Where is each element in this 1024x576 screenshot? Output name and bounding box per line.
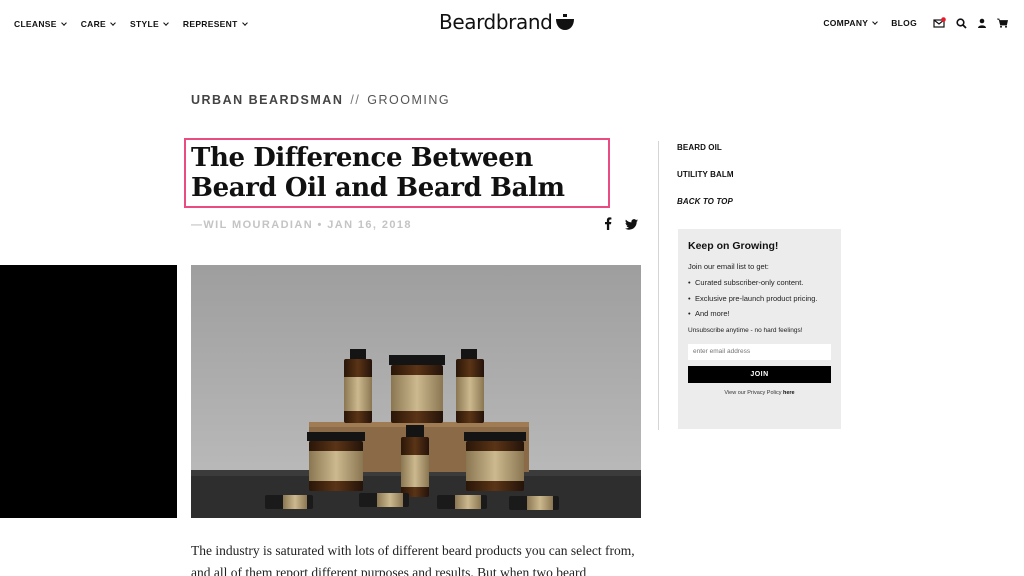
chevron-down-icon — [163, 19, 169, 26]
twitter-icon[interactable] — [625, 217, 638, 235]
signup-benefit: And more! — [688, 309, 831, 320]
sidebar-divider — [658, 141, 659, 430]
nav-cleanse[interactable]: CLEANSE — [14, 19, 67, 29]
nav-blog[interactable]: BLOG — [891, 18, 917, 28]
table-of-contents: BEARD OIL UTILITY BALM BACK TO TOP — [677, 143, 734, 224]
toc-beard-oil[interactable]: BEARD OIL — [677, 143, 734, 152]
newsletter-signup: Keep on Growing! Join our email list to … — [678, 229, 841, 429]
beard-products-photo — [191, 265, 641, 518]
signup-heading: Keep on Growing! — [688, 240, 779, 252]
toc-back-to-top[interactable]: BACK TO TOP — [677, 197, 734, 206]
signup-benefit: Exclusive pre-launch product pricing. — [688, 294, 831, 305]
nav-represent[interactable]: REPRESENT — [182, 19, 248, 29]
nav-company-label: COMPANY — [823, 18, 869, 28]
top-navigation: CLEANSE CARE STYLE REPRESENT Beardbrand … — [0, 0, 1024, 50]
chevron-down-icon — [60, 19, 67, 26]
cart-icon[interactable] — [997, 18, 1008, 28]
nav-cleanse-label: CLEANSE — [14, 19, 57, 29]
search-icon[interactable] — [956, 17, 967, 29]
nav-company[interactable]: COMPANY — [823, 18, 879, 28]
chevron-down-icon — [241, 19, 248, 26]
privacy-note: View our Privacy Policy here — [688, 390, 831, 396]
article-byline: —WIL MOURADIAN • JAN 16, 2018 — [191, 219, 412, 231]
nav-care-label: CARE — [80, 19, 107, 29]
category-separator: // — [350, 93, 361, 107]
chevron-down-icon — [110, 19, 116, 26]
nav-style-label: STYLE — [130, 19, 159, 29]
facebook-icon[interactable] — [604, 217, 612, 235]
join-button[interactable]: JOIN — [688, 365, 831, 383]
nav-care[interactable]: CARE — [80, 19, 116, 29]
secondary-nav: COMPANY BLOG — [823, 17, 1008, 29]
share-buttons — [604, 217, 638, 235]
video-placeholder — [0, 265, 177, 518]
nav-blog-label: BLOG — [891, 18, 917, 28]
nav-style[interactable]: STYLE — [130, 19, 169, 29]
category-primary[interactable]: URBAN BEARDSMAN — [191, 93, 343, 107]
email-field[interactable] — [688, 343, 831, 360]
hero-product-image — [191, 265, 641, 518]
article-title: The Difference Between Beard Oil and Bea… — [191, 143, 565, 203]
category-secondary[interactable]: GROOMING — [367, 93, 450, 107]
privacy-text: View our Privacy Policy — [724, 389, 782, 396]
logo-text: Beardbrand — [439, 10, 553, 34]
signup-benefits: Curated subscriber-only content. Exclusi… — [688, 278, 831, 320]
primary-nav: CLEANSE CARE STYLE REPRESENT — [14, 19, 262, 29]
mail-icon[interactable] — [933, 17, 946, 29]
privacy-link[interactable]: here — [783, 390, 795, 396]
beardbrand-logo[interactable]: Beardbrand — [439, 10, 575, 34]
account-icon[interactable] — [977, 18, 987, 28]
unsubscribe-note: Unsubscribe anytime - no hard feelings! — [688, 326, 803, 334]
chevron-down-icon — [872, 18, 879, 25]
bowl-logo-icon — [556, 14, 575, 30]
signup-intro: Join our email list to get: — [688, 262, 769, 271]
toc-utility-balm[interactable]: UTILITY BALM — [677, 170, 734, 179]
article-body-paragraph: The industry is saturated with lots of d… — [191, 543, 635, 576]
signup-benefit: Curated subscriber-only content. — [688, 278, 831, 289]
article-category: URBAN BEARDSMAN // GROOMING — [191, 93, 450, 107]
nav-represent-label: REPRESENT — [182, 19, 238, 29]
